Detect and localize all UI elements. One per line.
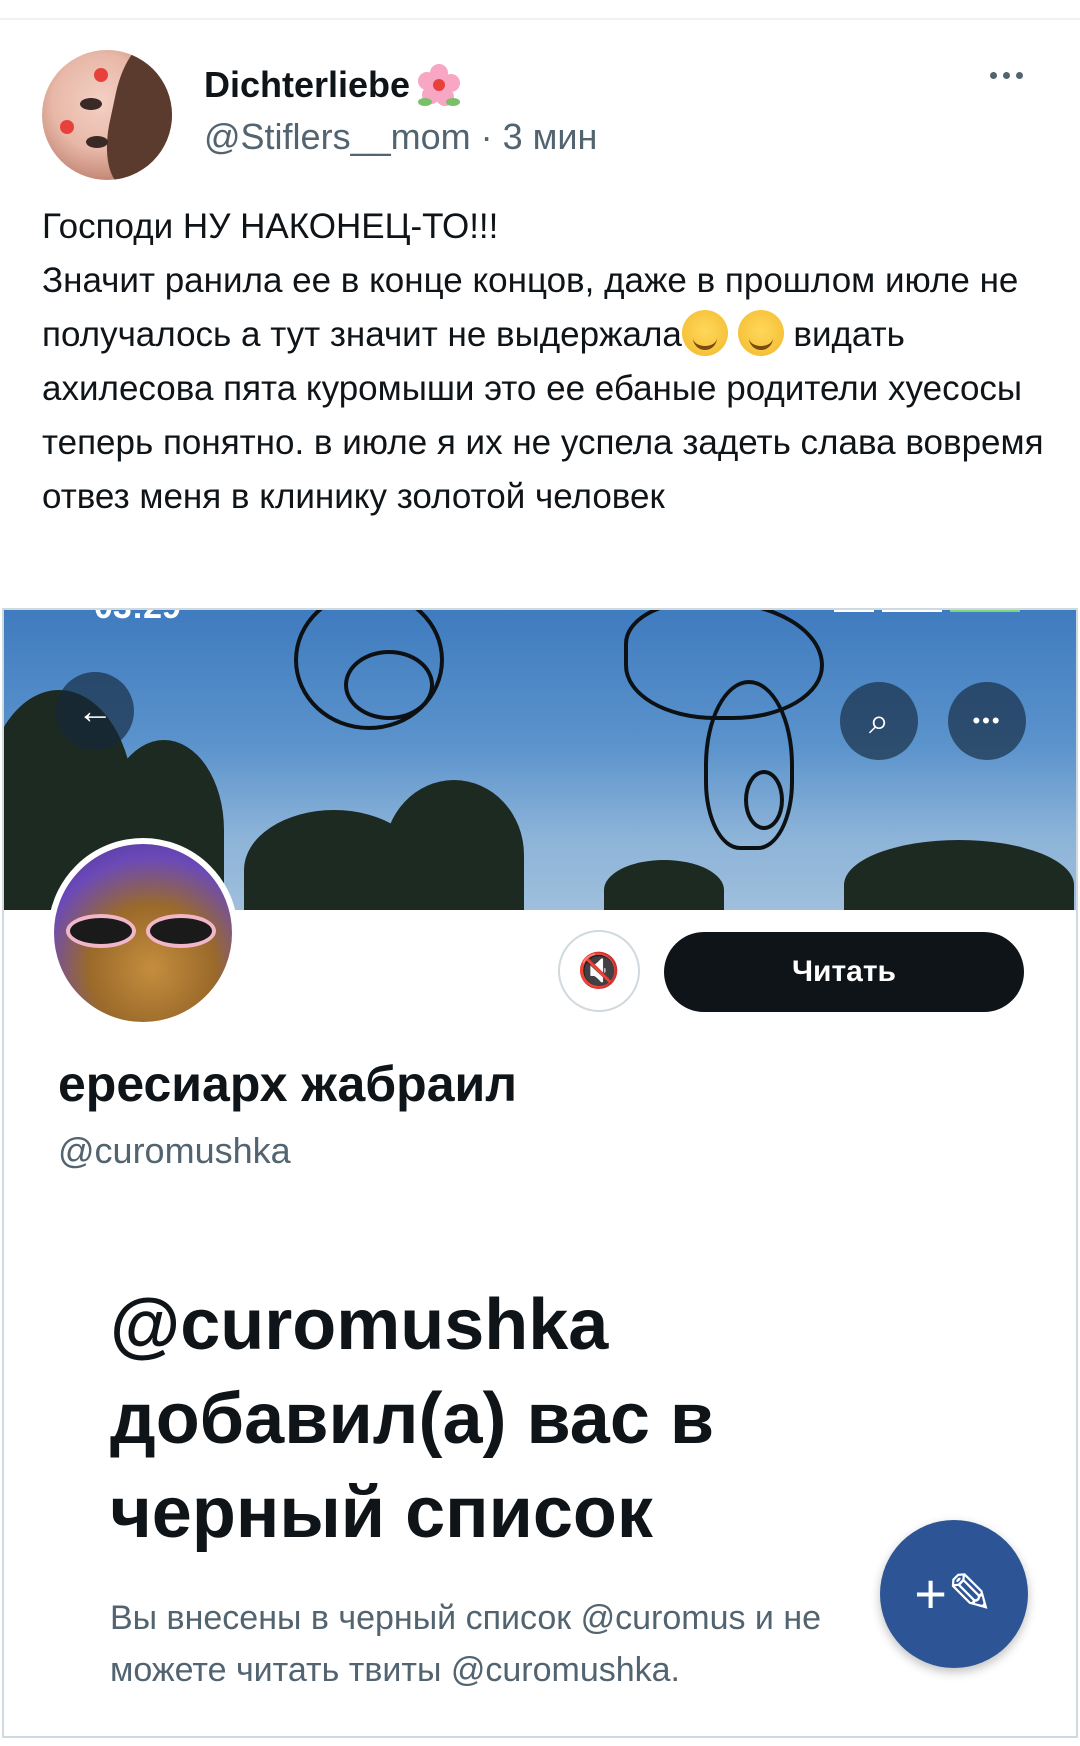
profile-handle: @curomushka	[58, 1130, 291, 1171]
meta-separator: ·	[480, 116, 493, 157]
follow-button[interactable]: Читать	[664, 932, 1024, 1012]
tweet-line-with-emoji: Значит ранила ее в конце концов, даже в …	[42, 254, 1052, 524]
more-horizontal-icon[interactable]	[990, 72, 1023, 79]
profile-display-name: ересиарх жабраил	[58, 1056, 518, 1112]
tweet-line: Господи НУ НАКОНЕЦ-ТО!!!	[42, 207, 499, 246]
author-display-name[interactable]: Dichterliebe	[204, 64, 410, 106]
back-arrow-icon[interactable]: ←	[56, 672, 134, 750]
muted-bell-icon[interactable]: 🔇	[558, 930, 640, 1012]
smiling-face-with-hearts-icon	[681, 310, 728, 356]
blocked-notice-title: @curomushka добавил(а) вас в черный спис…	[110, 1285, 715, 1553]
profile-avatar[interactable]	[48, 838, 238, 1028]
attached-image[interactable]: 03:29 ← ⌕ ••• 🔇 Читать ересиарх жабраил …	[2, 608, 1078, 1738]
search-icon[interactable]: ⌕	[840, 682, 918, 760]
top-divider	[0, 18, 1080, 20]
tweet-meta: @Stiflers__mom · 3 мин	[204, 116, 597, 158]
compose-tweet-icon[interactable]: +✎	[880, 1520, 1028, 1668]
smiling-face-with-hearts-icon	[737, 310, 784, 356]
tweet-body: Господи НУ НАКОНЕЦ-ТО!!! Значит ранила е…	[42, 200, 1052, 524]
tweet-time[interactable]: 3 мин	[503, 116, 598, 158]
blocked-notice-description: Вы внесены в черный список @curomus и не…	[110, 1599, 822, 1689]
author-name-row[interactable]: Dichterliebe	[204, 62, 462, 108]
more-horizontal-icon[interactable]: •••	[948, 682, 1026, 760]
author-handle[interactable]: @Stiflers__mom	[204, 116, 471, 158]
status-bar-indicators	[834, 610, 1020, 612]
author-avatar[interactable]	[42, 50, 172, 180]
status-bar-time: 03:29	[94, 610, 181, 627]
hibiscus-flower-icon	[416, 62, 462, 108]
